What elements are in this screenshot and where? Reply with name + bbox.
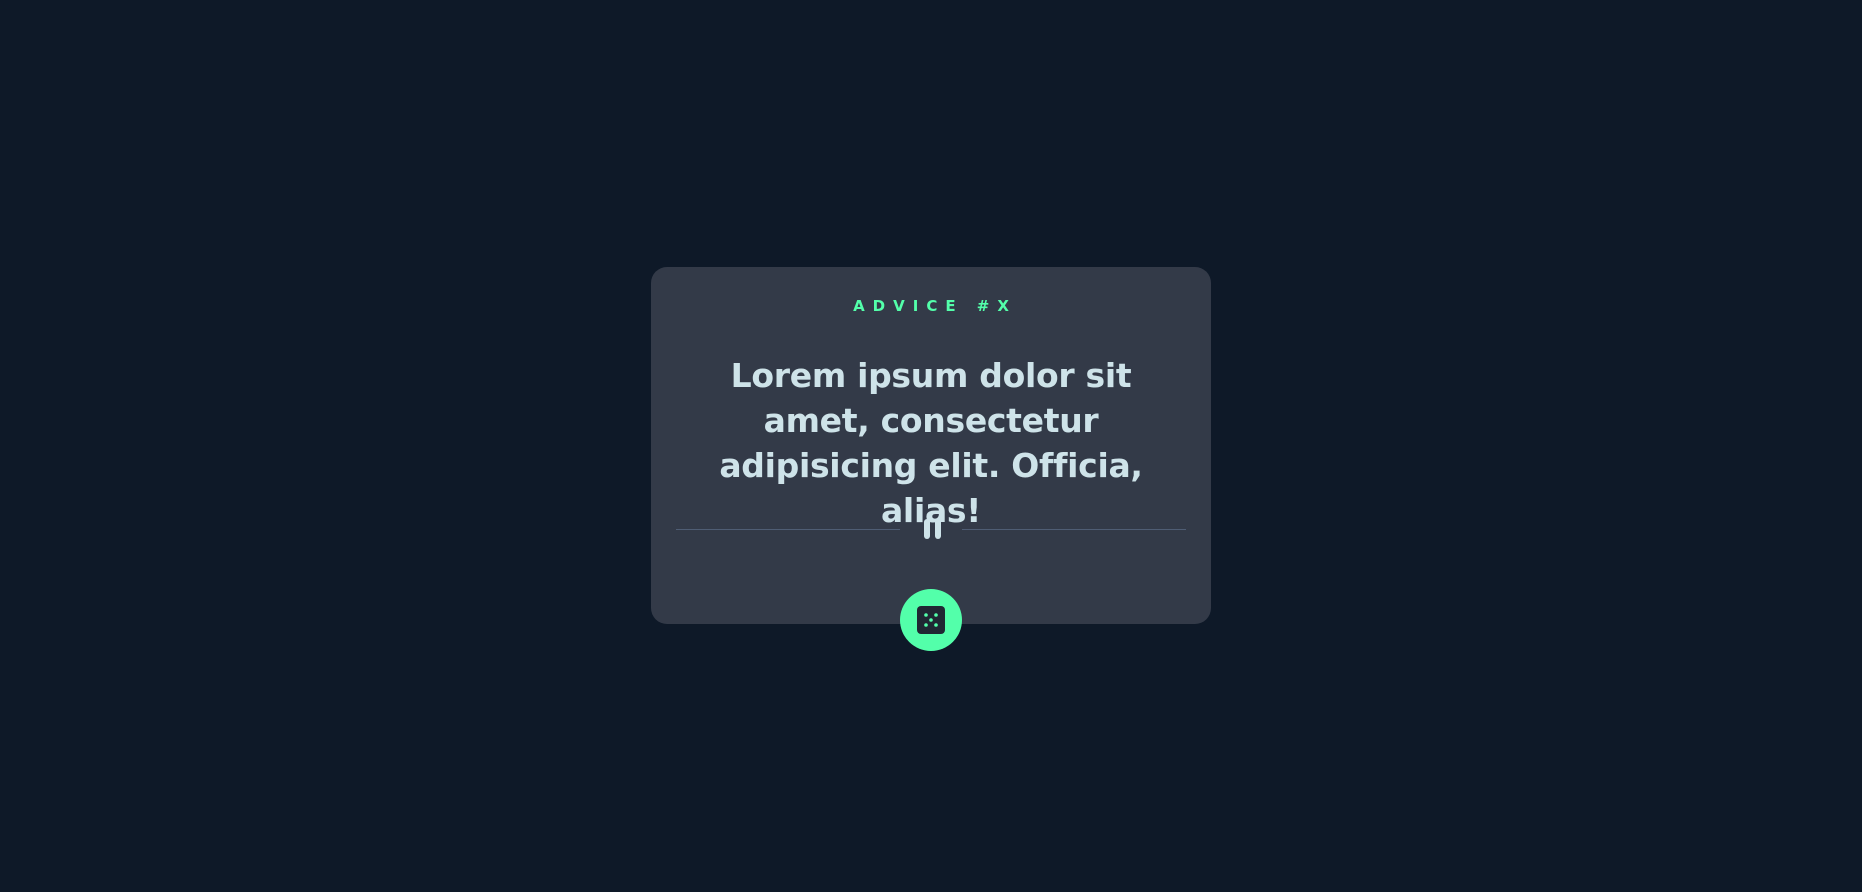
pause-icon	[919, 519, 943, 539]
divider-line-right	[962, 529, 1186, 530]
advice-quote: Lorem ipsum dolor sit amet, consectetur …	[719, 356, 1143, 530]
dice-icon	[917, 606, 945, 634]
pattern-divider	[676, 518, 1186, 542]
advice-id-label: ADVICE #X	[853, 297, 1017, 315]
new-advice-button[interactable]	[900, 589, 962, 651]
divider-line-left	[676, 529, 900, 530]
advice-card: ADVICE #X Lorem ipsum dolor sit amet, co…	[651, 267, 1211, 651]
